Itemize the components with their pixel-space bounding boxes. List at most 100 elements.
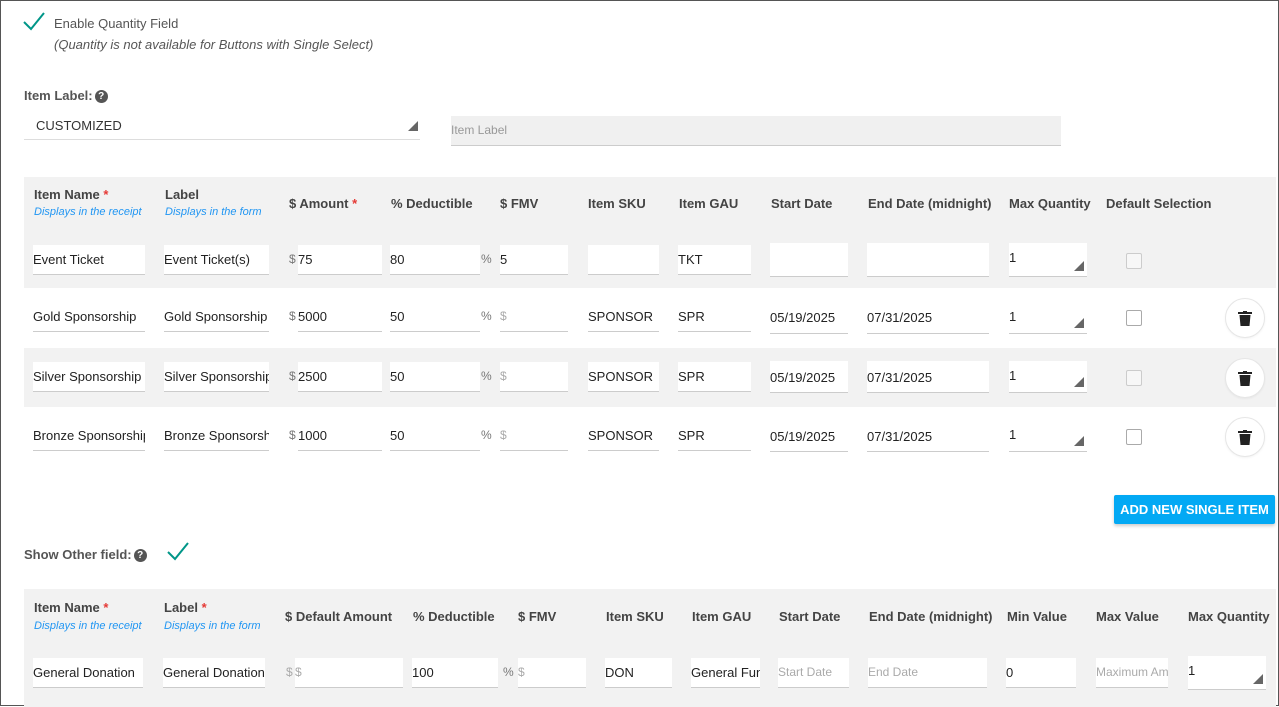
col-gau: Item GAU xyxy=(679,196,739,211)
default-amount-input[interactable]: $ xyxy=(295,658,403,688)
start-date-input[interactable]: 05/19/2025 xyxy=(770,361,848,393)
item-name-input[interactable]: Gold Sponsorship xyxy=(33,302,145,332)
checkmark-icon xyxy=(167,542,189,561)
fmv-input[interactable]: $ xyxy=(500,362,568,392)
end-date-input[interactable]: 07/31/2025 xyxy=(867,361,989,393)
label-input[interactable]: Event Ticket(s) xyxy=(164,245,269,275)
enable-quantity-checkmark[interactable] xyxy=(23,11,45,33)
gau-input[interactable]: TKT xyxy=(678,245,751,275)
percent-suffix: % xyxy=(481,309,492,323)
delete-row-button[interactable] xyxy=(1225,358,1265,398)
col-label-hint: Displays in the form xyxy=(165,206,262,218)
col-max-value: Max Value xyxy=(1096,609,1159,624)
currency-prefix: $ xyxy=(289,428,296,442)
deductible-input[interactable]: 80 xyxy=(390,245,480,275)
max-quantity-stepper[interactable]: 1 xyxy=(1009,302,1087,334)
col-amount: $ Amount * xyxy=(289,196,358,211)
end-date-input[interactable] xyxy=(867,243,989,277)
col-gau: Item GAU xyxy=(692,609,752,624)
start-date-input[interactable]: 05/19/2025 xyxy=(770,302,848,334)
item-name-input[interactable]: Silver Sponsorship xyxy=(33,362,145,392)
min-value-input[interactable]: 0 xyxy=(1006,658,1076,688)
fmv-input[interactable]: $ xyxy=(500,421,568,451)
item-label-heading: Item Label:? xyxy=(24,88,108,103)
gau-input[interactable]: SPR xyxy=(678,302,751,332)
gau-input[interactable]: General Fund xyxy=(691,658,760,688)
help-icon[interactable]: ? xyxy=(94,90,108,103)
col-fmv: $ FMV xyxy=(500,196,539,211)
fmv-input[interactable]: 5 xyxy=(500,245,568,275)
currency-prefix: $ xyxy=(289,252,296,266)
label-input[interactable]: General Donation xyxy=(163,658,265,688)
gau-input[interactable]: SPR xyxy=(678,362,751,392)
dropdown-arrow-icon xyxy=(408,121,418,131)
end-date-input[interactable]: 07/31/2025 xyxy=(867,302,989,334)
sku-input[interactable]: DON xyxy=(605,658,672,688)
col-end-date: End Date (midnight) xyxy=(868,196,992,211)
default-selection-checkbox[interactable] xyxy=(1126,429,1142,445)
sku-input[interactable]: SPONSOR xyxy=(588,421,659,451)
deductible-input[interactable]: 100 xyxy=(412,658,498,688)
max-quantity-stepper[interactable]: 1 xyxy=(1009,243,1087,277)
max-quantity-stepper[interactable]: 1 xyxy=(1009,361,1087,393)
default-selection-checkbox[interactable] xyxy=(1126,253,1142,269)
checkmark-icon xyxy=(23,12,45,31)
default-selection-checkbox[interactable] xyxy=(1126,310,1142,326)
help-icon[interactable]: ? xyxy=(133,549,147,562)
col-max-quantity: Max Quantity xyxy=(1188,609,1270,624)
currency-prefix: $ xyxy=(286,665,293,679)
currency-prefix: $ xyxy=(289,369,296,383)
trash-icon xyxy=(1238,310,1252,326)
col-start-date: Start Date xyxy=(779,609,841,624)
label-input[interactable]: Bronze Sponsorship xyxy=(164,421,269,451)
col-label: Label * xyxy=(164,600,207,615)
col-item-name: Item Name * xyxy=(34,187,109,202)
label-input[interactable]: Gold Sponsorship xyxy=(164,302,269,332)
amount-input[interactable]: 5000 xyxy=(298,302,382,332)
show-other-field-checkmark[interactable] xyxy=(167,541,189,563)
fmv-input[interactable]: $ xyxy=(500,302,568,332)
fmv-input[interactable]: $ xyxy=(518,658,586,688)
sku-input[interactable]: SPONSOR xyxy=(588,362,659,392)
default-selection-checkbox[interactable] xyxy=(1126,370,1142,386)
col-end-date: End Date (midnight) xyxy=(869,609,993,624)
start-date-input[interactable]: 05/19/2025 xyxy=(770,420,848,452)
trash-icon xyxy=(1238,429,1252,445)
delete-row-button[interactable] xyxy=(1225,417,1265,457)
percent-suffix: % xyxy=(481,428,492,442)
col-max-quantity: Max Quantity xyxy=(1009,196,1091,211)
amount-input[interactable]: 2500 xyxy=(298,362,382,392)
amount-input[interactable]: 1000 xyxy=(298,421,382,451)
label-input[interactable]: Silver Sponsorship xyxy=(164,362,269,392)
amount-input[interactable]: 75 xyxy=(298,245,382,275)
col-item-name: Item Name * xyxy=(34,600,109,615)
col-min-value: Min Value xyxy=(1007,609,1067,624)
deductible-input[interactable]: 50 xyxy=(390,302,480,332)
col-deductible: % Deductible xyxy=(413,609,495,624)
start-date-input[interactable]: Start Date xyxy=(778,658,849,688)
end-date-input[interactable]: 07/31/2025 xyxy=(867,420,989,452)
sku-input[interactable]: SPONSOR xyxy=(588,302,659,332)
col-deductible: % Deductible xyxy=(391,196,473,211)
max-value-input[interactable]: Maximum Amount xyxy=(1096,658,1168,688)
end-date-input[interactable]: End Date xyxy=(868,658,987,688)
sku-input[interactable] xyxy=(588,245,659,275)
item-name-input[interactable]: Bronze Sponsorship xyxy=(33,421,145,451)
col-fmv: $ FMV xyxy=(518,609,557,624)
item-label-input[interactable]: Item Label xyxy=(451,116,1061,146)
col-start-date: Start Date xyxy=(771,196,833,211)
add-new-single-item-button[interactable]: ADD NEW SINGLE ITEM xyxy=(1114,495,1275,524)
col-label-hint: Displays in the form xyxy=(164,620,261,632)
delete-row-button[interactable] xyxy=(1225,298,1265,338)
deductible-input[interactable]: 50 xyxy=(390,362,480,392)
start-date-input[interactable] xyxy=(770,243,848,277)
item-label-select[interactable]: CUSTOMIZED xyxy=(24,112,420,140)
item-name-input[interactable]: General Donation xyxy=(33,658,143,688)
max-quantity-stepper[interactable]: 1 xyxy=(1009,420,1087,452)
col-default-selection: Default Selection xyxy=(1106,196,1212,211)
item-name-input[interactable]: Event Ticket xyxy=(33,245,145,275)
gau-input[interactable]: SPR xyxy=(678,421,751,451)
deductible-input[interactable]: 50 xyxy=(390,421,480,451)
max-quantity-stepper[interactable]: 1 xyxy=(1188,656,1266,690)
col-sku: Item SKU xyxy=(588,196,646,211)
